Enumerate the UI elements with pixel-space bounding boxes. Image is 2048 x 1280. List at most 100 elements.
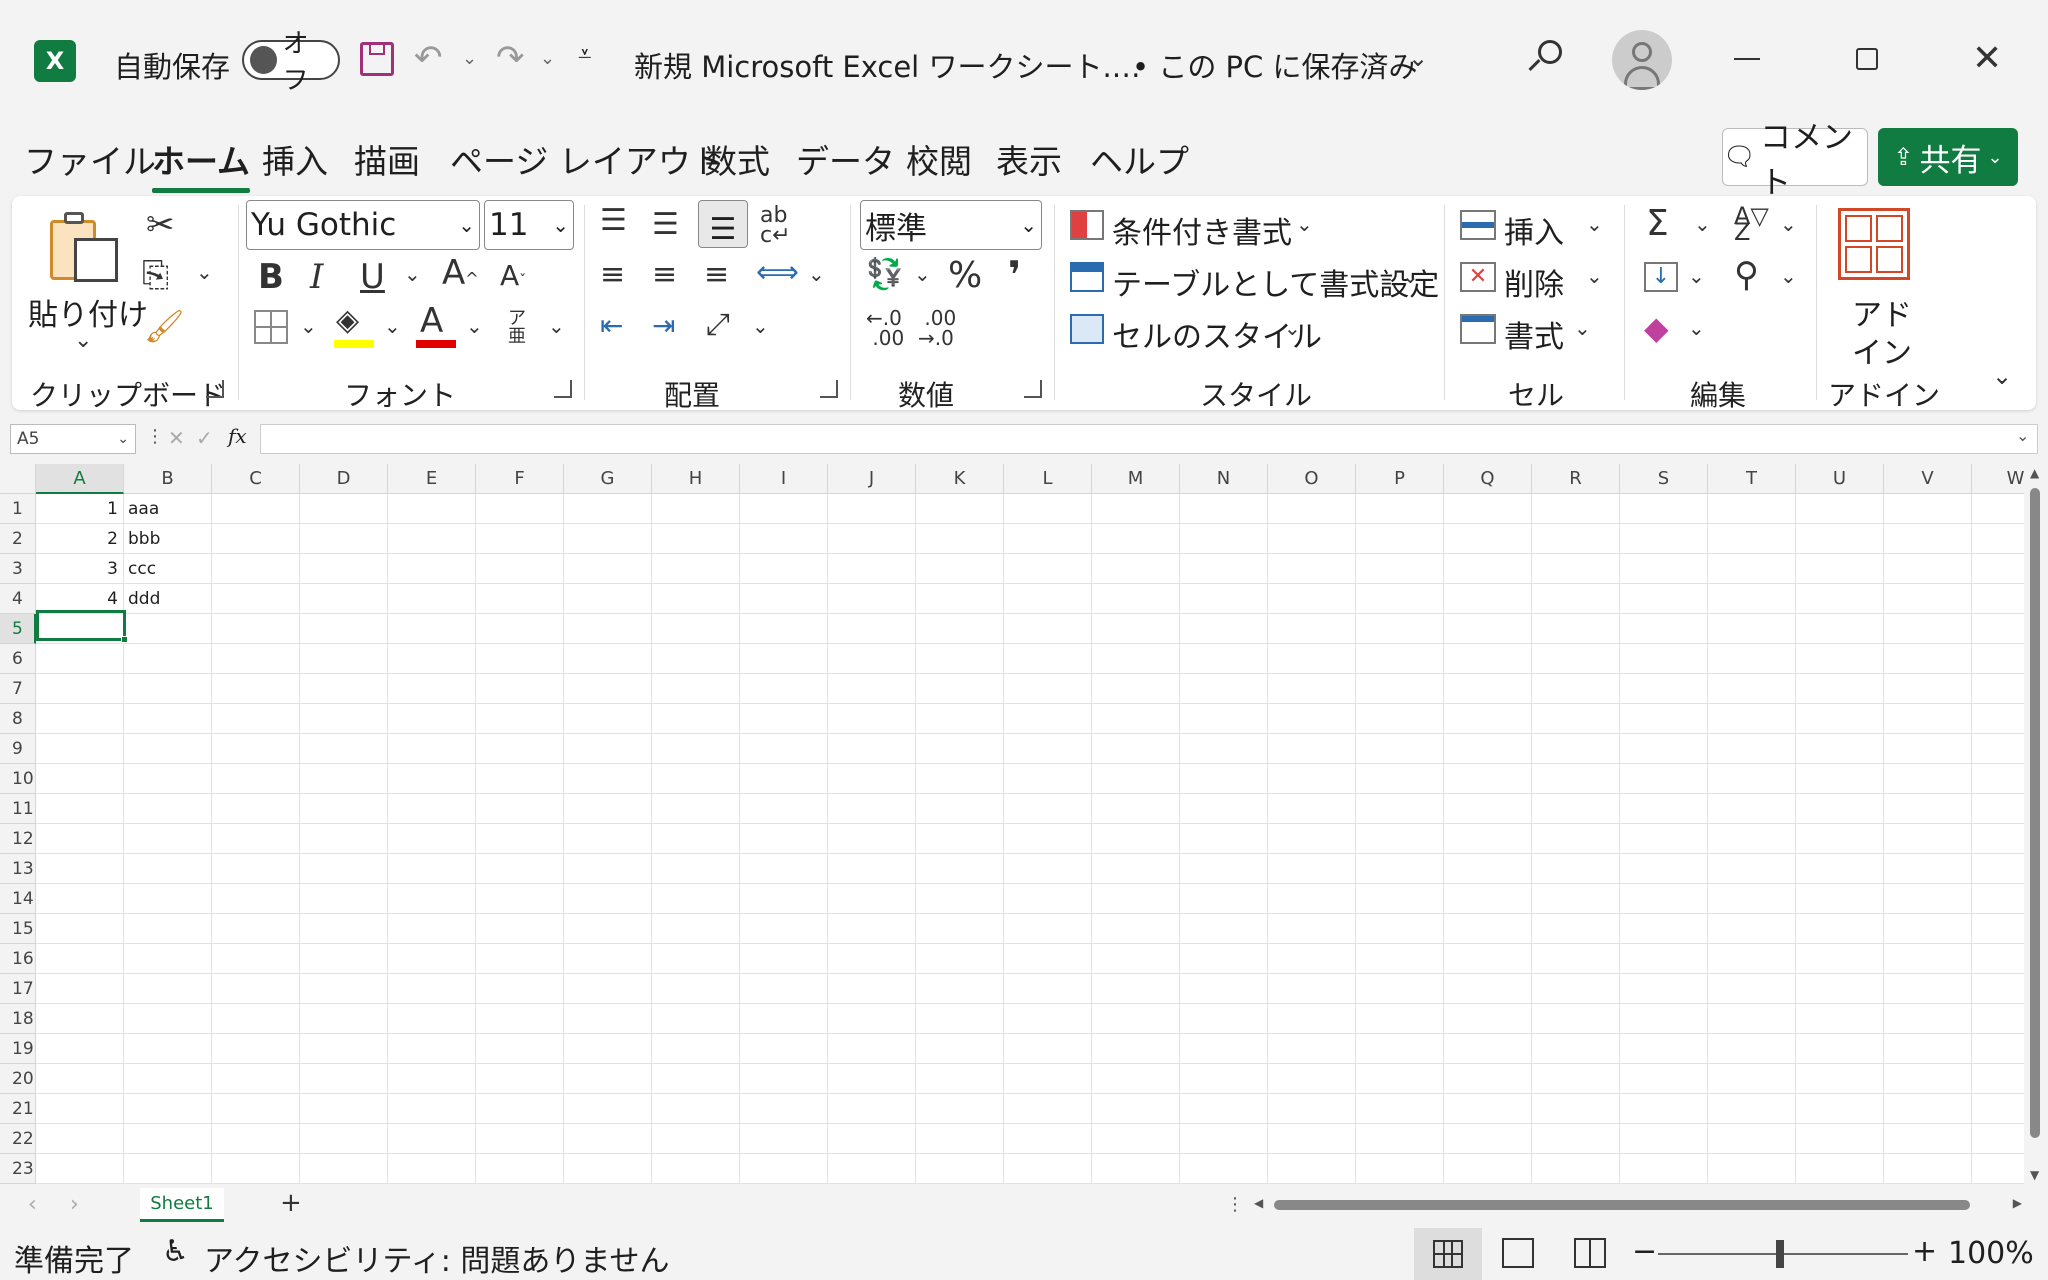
format-cells-button[interactable]: 書式 xyxy=(1504,312,1564,356)
underline-dropdown-icon[interactable]: ⌄ xyxy=(404,264,421,284)
column-header-m[interactable]: M xyxy=(1092,464,1180,494)
zoom-in-icon[interactable]: + xyxy=(1912,1234,1937,1269)
search-icon[interactable] xyxy=(1528,40,1562,72)
conditional-format-button[interactable]: 条件付き書式 xyxy=(1112,208,1292,252)
column-header-q[interactable]: Q xyxy=(1444,464,1532,494)
share-button[interactable]: ⇪ 共有 ⌄ xyxy=(1878,128,2018,186)
redo-dropdown-icon[interactable]: ⌄ xyxy=(540,48,555,69)
align-center-icon[interactable]: ≡ xyxy=(652,260,677,290)
fill-color-dropdown-icon[interactable]: ⌄ xyxy=(384,316,401,336)
cell-b2[interactable]: bbb xyxy=(128,524,212,554)
tab-home[interactable]: ホーム xyxy=(152,135,251,193)
sheet-tab[interactable]: Sheet1 xyxy=(140,1188,224,1222)
format-dropdown-icon[interactable]: ⌄ xyxy=(1574,318,1591,338)
column-header-c[interactable]: C xyxy=(212,464,300,494)
row-header-20[interactable]: 20 xyxy=(0,1064,36,1094)
scroll-up-icon[interactable]: ▲ xyxy=(2030,466,2039,480)
decrease-indent-icon[interactable]: ⇤ xyxy=(600,312,623,340)
format-painter-icon[interactable]: 🖌 xyxy=(144,310,185,342)
format-table-button[interactable]: テーブルとして書式設定 xyxy=(1112,260,1439,304)
redo-icon[interactable]: ↷ xyxy=(496,38,525,78)
column-header-u[interactable]: U xyxy=(1796,464,1884,494)
cell-styles-dropdown-icon[interactable]: ⌄ xyxy=(1284,318,1301,338)
column-header-v[interactable]: V xyxy=(1884,464,1972,494)
undo-dropdown-icon[interactable]: ⌄ xyxy=(462,48,477,69)
delete-dropdown-icon[interactable]: ⌄ xyxy=(1586,266,1603,286)
row-header-10[interactable]: 10 xyxy=(0,764,36,794)
customize-toolbar-icon[interactable]: ⩡ xyxy=(578,40,592,68)
row-header-23[interactable]: 23 xyxy=(0,1154,36,1184)
horizontal-scrollbar[interactable]: ◀ ▶ xyxy=(1254,1196,2022,1216)
column-header-h[interactable]: H xyxy=(652,464,740,494)
sort-filter-icon[interactable]: A▽ Z xyxy=(1734,204,1769,244)
minimize-icon[interactable] xyxy=(1734,58,1760,60)
copy-icon[interactable]: ⎘ xyxy=(142,258,169,292)
fill-color-icon[interactable]: ◈ xyxy=(336,306,359,336)
avatar[interactable] xyxy=(1612,30,1672,90)
collapse-ribbon-icon[interactable]: ⌄ xyxy=(1992,364,2012,388)
autosum-dropdown-icon[interactable]: ⌄ xyxy=(1694,214,1711,234)
paste-dropdown-icon[interactable]: ⌄ xyxy=(74,330,92,352)
column-header-i[interactable]: I xyxy=(740,464,828,494)
increase-indent-icon[interactable]: ⇥ xyxy=(652,312,675,340)
page-layout-view-icon[interactable] xyxy=(1502,1238,1534,1268)
column-header-a[interactable]: A xyxy=(36,464,124,494)
row-header-2[interactable]: 2 xyxy=(0,524,36,554)
scroll-left-icon[interactable]: ◀ xyxy=(1254,1196,1263,1210)
row-header-9[interactable]: 9 xyxy=(0,734,36,764)
font-color-dropdown-icon[interactable]: ⌄ xyxy=(466,316,483,336)
font-name-select[interactable]: Yu Gothic ⌄ xyxy=(246,200,480,250)
row-header-14[interactable]: 14 xyxy=(0,884,36,914)
align-left-icon[interactable]: ≡ xyxy=(600,260,625,290)
autosave-toggle[interactable]: オフ xyxy=(242,29,340,96)
column-header-g[interactable]: G xyxy=(564,464,652,494)
vertical-scrollbar[interactable]: ▲ ▼ xyxy=(2024,464,2048,1184)
font-launcher-icon[interactable] xyxy=(554,380,572,398)
font-color-icon[interactable]: A xyxy=(420,304,443,338)
merge-center-icon[interactable]: ⟺ xyxy=(756,258,799,288)
scroll-right-icon[interactable]: ▶ xyxy=(2013,1196,2022,1210)
delete-cells-button[interactable]: 削除 xyxy=(1504,260,1564,304)
phonetic-icon[interactable]: ア亜 xyxy=(508,310,530,346)
fill-handle[interactable] xyxy=(121,636,128,643)
cell-styles-icon[interactable] xyxy=(1070,314,1104,344)
insert-dropdown-icon[interactable]: ⌄ xyxy=(1586,214,1603,234)
name-box[interactable]: A5 ⌄ xyxy=(10,424,136,454)
zoom-slider-thumb[interactable] xyxy=(1776,1240,1784,1268)
page-break-view-icon[interactable] xyxy=(1574,1238,1606,1268)
underline-icon[interactable]: U xyxy=(360,260,385,294)
expand-formula-icon[interactable]: ⌄ xyxy=(2016,426,2029,445)
paste-icon[interactable] xyxy=(50,210,120,282)
copy-dropdown-icon[interactable]: ⌄ xyxy=(196,262,213,282)
restore-icon[interactable] xyxy=(1856,48,1878,70)
cell-a1[interactable]: 1 xyxy=(36,494,118,524)
sheet-options-icon[interactable]: ⋮ xyxy=(1226,1194,1244,1215)
row-header-15[interactable]: 15 xyxy=(0,914,36,944)
bold-icon[interactable]: B xyxy=(258,260,284,294)
format-cells-icon[interactable] xyxy=(1460,314,1496,344)
column-header-t[interactable]: T xyxy=(1708,464,1796,494)
addins-label-line2[interactable]: イン xyxy=(1852,328,1912,372)
tab-review[interactable]: 校閲 xyxy=(906,135,972,183)
align-top-icon[interactable]: ☰ xyxy=(600,206,627,236)
sheet-nav-prev-icon[interactable]: ‹ xyxy=(28,1192,37,1217)
column-header-e[interactable]: E xyxy=(388,464,476,494)
decrease-font-icon[interactable]: Aˇ xyxy=(500,262,526,290)
clear-dropdown-icon[interactable]: ⌄ xyxy=(1688,318,1705,338)
font-size-select[interactable]: 11 ⌄ xyxy=(484,200,574,250)
orientation-icon[interactable]: ⤢ xyxy=(706,310,730,340)
horizontal-scroll-thumb[interactable] xyxy=(1274,1200,1970,1210)
select-all-corner[interactable] xyxy=(0,464,36,494)
clear-icon[interactable]: ◆ xyxy=(1644,312,1669,344)
column-header-j[interactable]: J xyxy=(828,464,916,494)
orientation-dropdown-icon[interactable]: ⌄ xyxy=(752,316,769,336)
conditional-dropdown-icon[interactable]: ⌄ xyxy=(1296,214,1313,234)
alignment-launcher-icon[interactable] xyxy=(820,380,838,398)
clipboard-launcher-icon[interactable] xyxy=(206,380,224,398)
column-header-d[interactable]: D xyxy=(300,464,388,494)
find-select-icon[interactable]: ⚲ xyxy=(1734,258,1759,292)
formula-input[interactable] xyxy=(260,424,2038,454)
cell-b1[interactable]: aaa xyxy=(128,494,212,524)
save-status-dropdown-icon[interactable]: ⌄ xyxy=(1408,44,1428,72)
decrease-decimal-icon[interactable]: .00 →.0 xyxy=(918,308,956,348)
